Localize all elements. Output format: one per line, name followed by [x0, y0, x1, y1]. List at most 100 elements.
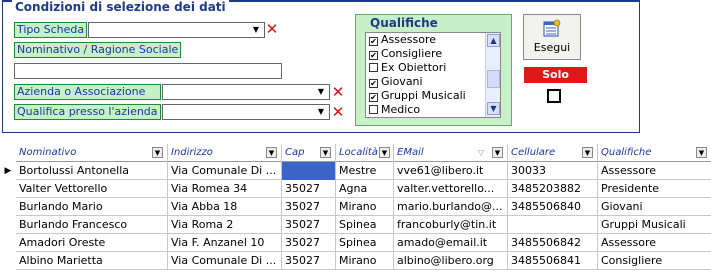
qualifica-item[interactable]: Medico [366, 103, 500, 117]
cell-localita[interactable]: Mestre [336, 162, 394, 180]
results-grid[interactable]: Nominativo ▼ Indirizzo ▼ Cap ▼ Località ▼ EM… [16, 144, 711, 272]
checkbox-checked-icon[interactable]: ✔ [369, 51, 378, 60]
nominativo-input[interactable] [14, 63, 282, 79]
chevron-down-icon[interactable]: ▼ [152, 147, 163, 158]
cell-qualifiche[interactable]: Assessore [598, 234, 711, 252]
table-row[interactable]: Burlando Mario Via Abba 18 35027 Mirano … [16, 198, 711, 216]
solo-attivi-checkbox[interactable] [547, 89, 561, 103]
chevron-down-icon[interactable]: ▼ [320, 147, 331, 158]
cell-email[interactable]: vve61@libero.it [394, 162, 508, 180]
qualifica-item[interactable]: Ex Obiettori [366, 61, 500, 75]
cell-cap-selected[interactable] [282, 162, 336, 180]
cell-indirizzo[interactable]: Via Comunale Di ... [168, 162, 282, 180]
cell-qualifiche[interactable]: Gruppi Musicali [598, 216, 711, 234]
table-row[interactable]: Bortolussi Antonella Via Comunale Di ...… [16, 162, 711, 180]
column-header-indirizzo[interactable]: Indirizzo ▼ [168, 144, 282, 162]
chevron-down-icon[interactable]: ▼ [315, 86, 327, 98]
clear-qualifica-azienda-icon[interactable]: ✕ [331, 105, 345, 120]
table-row[interactable]: Burlando Francesco Via Roma 2 35027 Spin… [16, 216, 711, 234]
esegui-button[interactable]: Esegui [523, 14, 581, 60]
scroll-down-icon[interactable]: ▼ [487, 102, 500, 115]
chevron-down-icon[interactable]: ▼ [266, 147, 277, 158]
row-selector-column: ▶ [0, 144, 16, 272]
chevron-down-icon[interactable]: ▼ [492, 147, 503, 158]
qualifica-item[interactable]: ✔ Consigliere [366, 47, 500, 61]
cell-localita[interactable]: Agna [336, 180, 394, 198]
azienda-combo[interactable]: ▼ [162, 84, 330, 100]
cell-cellulare[interactable]: 3485203882 [508, 180, 598, 198]
solo-attivi-label: Solo Attivi [524, 67, 587, 97]
scroll-thumb[interactable] [487, 70, 500, 88]
cell-indirizzo[interactable]: Via Comunale Di ... [168, 252, 282, 270]
column-header-localita[interactable]: Località ▼ [336, 144, 394, 162]
qualifica-azienda-combo[interactable]: ▼ [162, 104, 330, 120]
column-header-nominativo[interactable]: Nominativo ▼ [16, 144, 168, 162]
cell-nominativo[interactable]: Amadori Oreste [16, 234, 168, 252]
cell-cap[interactable]: 35027 [282, 180, 336, 198]
qualifiche-scrollbar[interactable]: ▲ ▼ [485, 33, 500, 117]
cell-cap[interactable]: 35027 [282, 198, 336, 216]
cell-cellulare[interactable] [508, 216, 598, 234]
cell-localita[interactable]: Mirano [336, 198, 394, 216]
cell-email[interactable]: albino@libero.org [394, 252, 508, 270]
checkbox-unchecked-icon[interactable] [369, 63, 378, 72]
checkbox-checked-icon[interactable]: ✔ [369, 79, 378, 88]
cell-nominativo[interactable]: Valter Vettorello [16, 180, 168, 198]
chevron-down-icon[interactable]: ▼ [696, 147, 707, 158]
cell-email[interactable]: amado@email.it [394, 234, 508, 252]
chevron-down-icon[interactable]: ▼ [315, 106, 327, 118]
cell-qualifiche[interactable]: Assessore [598, 162, 711, 180]
cell-cap[interactable]: 35027 [282, 252, 336, 270]
cell-localita[interactable]: Mirano [336, 252, 394, 270]
chevron-down-icon[interactable]: ▼ [379, 147, 390, 158]
column-header-cellulare[interactable]: Cellulare ▼ [508, 144, 598, 162]
chevron-down-icon[interactable]: ▼ [250, 24, 262, 36]
cell-cellulare[interactable]: 30033 [508, 162, 598, 180]
run-query-icon [543, 19, 561, 37]
qualifica-azienda-label: Qualifica presso l'azienda [14, 104, 161, 120]
clear-azienda-icon[interactable]: ✕ [331, 85, 345, 100]
cell-localita[interactable]: Spinea [336, 234, 394, 252]
cell-email[interactable]: mario.burlando@... [394, 198, 508, 216]
cell-email[interactable]: francoburly@tin.it [394, 216, 508, 234]
grid-header-row: Nominativo ▼ Indirizzo ▼ Cap ▼ Località ▼ EM… [16, 144, 711, 162]
sort-desc-icon[interactable]: ▽ [478, 144, 484, 162]
qualifiche-listbox[interactable]: ✔ Assessore ✔ Consigliere Ex Obiettori ✔ Gi… [365, 32, 501, 118]
cell-localita[interactable]: Spinea [336, 216, 394, 234]
cell-email[interactable]: valter.vettorello... [394, 180, 508, 198]
column-header-cap[interactable]: Cap ▼ [282, 144, 336, 162]
qualifica-item[interactable]: ✔ Gruppi Musicali [366, 89, 500, 103]
qualifiche-title: Qualifiche [368, 16, 440, 30]
checkbox-checked-icon[interactable]: ✔ [369, 93, 378, 102]
cell-indirizzo[interactable]: Via F. Anzanel 10 [168, 234, 282, 252]
checkbox-checked-icon[interactable]: ✔ [369, 37, 378, 46]
checkbox-unchecked-icon[interactable] [369, 105, 378, 114]
cell-qualifiche[interactable]: Giovani [598, 198, 711, 216]
tipo-scheda-label: Tipo Scheda [14, 22, 87, 38]
column-header-qualifiche[interactable]: Qualifiche ▼ [598, 144, 711, 162]
cell-nominativo[interactable]: Bortolussi Antonella [16, 162, 168, 180]
table-row[interactable]: Amadori Oreste Via F. Anzanel 10 35027 S… [16, 234, 711, 252]
cell-cap[interactable]: 35027 [282, 234, 336, 252]
clear-tipo-scheda-icon[interactable]: ✕ [265, 22, 279, 37]
column-header-email[interactable]: EMail ▽ ▼ [394, 144, 508, 162]
cell-cellulare[interactable]: 3485506841 [508, 252, 598, 270]
cell-indirizzo[interactable]: Via Abba 18 [168, 198, 282, 216]
cell-indirizzo[interactable]: Via Roma 2 [168, 216, 282, 234]
chevron-down-icon[interactable]: ▼ [582, 147, 593, 158]
scroll-up-icon[interactable]: ▲ [487, 34, 500, 47]
table-row[interactable]: Valter Vettorello Via Romea 34 35027 Agn… [16, 180, 711, 198]
cell-indirizzo[interactable]: Via Romea 34 [168, 180, 282, 198]
cell-cap[interactable]: 35027 [282, 216, 336, 234]
qualifica-item[interactable]: ✔ Assessore [366, 33, 500, 47]
cell-qualifiche[interactable]: Presidente [598, 180, 711, 198]
cell-cellulare[interactable]: 3485506842 [508, 234, 598, 252]
cell-qualifiche[interactable]: Consigliere [598, 252, 711, 270]
tipo-scheda-combo[interactable]: ▼ [88, 22, 265, 38]
cell-nominativo[interactable]: Burlando Mario [16, 198, 168, 216]
cell-nominativo[interactable]: Burlando Francesco [16, 216, 168, 234]
qualifica-item[interactable]: ✔ Giovani [366, 75, 500, 89]
cell-cellulare[interactable]: 3485506840 [508, 198, 598, 216]
table-row[interactable]: Albino Marietta Via Comunale Di ... 3502… [16, 252, 711, 270]
cell-nominativo[interactable]: Albino Marietta [16, 252, 168, 270]
